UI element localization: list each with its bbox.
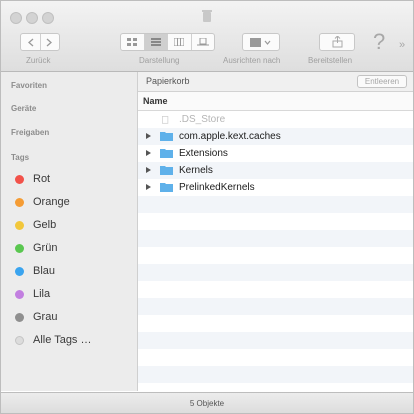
- red-tag-dot: [15, 174, 24, 184]
- tag-label: Blau: [33, 265, 56, 277]
- tag-label: Gelb: [33, 219, 57, 231]
- list-view-icon: [150, 38, 161, 46]
- empty-row: [138, 213, 413, 230]
- folder-icon: [160, 166, 173, 175]
- sidebar-header-shared[interactable]: Freigaben: [11, 128, 49, 137]
- share-button[interactable]: [319, 33, 355, 51]
- empty-row: [138, 298, 413, 315]
- purple-tag-dot: [15, 289, 24, 299]
- arrange-label: Ausrichten nach: [223, 56, 281, 65]
- sidebar-all-tags[interactable]: Alle Tags …: [15, 332, 92, 348]
- arrange-icon: [250, 37, 271, 47]
- tag-label: Grau: [33, 311, 58, 323]
- sidebar-header-tags[interactable]: Tags: [11, 153, 29, 162]
- share-label: Bereitstellen: [308, 56, 353, 65]
- list-item[interactable]: Extensions: [138, 145, 413, 162]
- file-name: .DS_Store: [179, 114, 226, 125]
- icon-view-button[interactable]: [121, 34, 145, 50]
- toolbar-overflow-icon[interactable]: »: [399, 39, 405, 51]
- list-item[interactable]: Kernels: [138, 162, 413, 179]
- back-forward-control: [20, 33, 60, 51]
- tag-label: Grün: [33, 242, 58, 254]
- list-view-button[interactable]: [144, 34, 168, 50]
- blue-tag-dot: [15, 266, 24, 276]
- orange-tag-dot: [15, 197, 24, 207]
- sidebar: Favoriten Geräte Freigaben Tags Rot Oran…: [1, 72, 138, 391]
- zoom-window-button[interactable]: [42, 12, 54, 24]
- folder-icon: [160, 149, 173, 158]
- forward-button[interactable]: [41, 34, 60, 50]
- chevron-left-icon: [27, 38, 34, 46]
- tag-label: Lila: [33, 288, 51, 300]
- folder-icon: [160, 183, 173, 192]
- tag-label: Rot: [33, 173, 51, 185]
- gray-tag-dot: [15, 312, 24, 322]
- green-tag-dot: [15, 243, 24, 253]
- document-icon: [162, 116, 169, 124]
- minimize-window-button[interactable]: [26, 12, 38, 24]
- view-label: Darstellung: [139, 56, 180, 65]
- sidebar-header-devices[interactable]: Geräte: [11, 104, 36, 113]
- empty-row: [138, 281, 413, 298]
- sidebar-tag-blue[interactable]: Blau: [15, 263, 55, 279]
- disclosure-triangle-icon[interactable]: [146, 133, 151, 139]
- file-name: Extensions: [179, 148, 228, 159]
- sidebar-tag-red[interactable]: Rot: [15, 171, 50, 187]
- empty-row: [138, 264, 413, 281]
- yellow-tag-dot: [15, 220, 24, 230]
- sidebar-tag-yellow[interactable]: Gelb: [15, 217, 56, 233]
- file-name: com.apple.kext.caches: [179, 131, 281, 142]
- view-mode-control: [120, 33, 215, 51]
- path-bar: Papierkorb Entleeren: [138, 72, 413, 92]
- empty-row: [138, 366, 413, 383]
- column-view-button[interactable]: [168, 34, 192, 50]
- help-icon[interactable]: ?: [373, 29, 385, 55]
- close-window-button[interactable]: [10, 12, 22, 24]
- folder-icon: [160, 132, 173, 141]
- chevron-right-icon: [46, 38, 53, 46]
- empty-row: [138, 196, 413, 213]
- toolbar: Zurück Darstellung Ausrichten nach Berei…: [1, 1, 413, 72]
- back-label: Zurück: [26, 56, 51, 65]
- empty-row: [138, 332, 413, 349]
- sidebar-tag-purple[interactable]: Lila: [15, 286, 50, 302]
- trash-title-icon: [202, 10, 212, 22]
- list-item[interactable]: PrelinkedKernels: [138, 179, 413, 196]
- item-count: 5 Objekte: [189, 399, 225, 408]
- disclosure-triangle-icon[interactable]: [146, 150, 151, 156]
- file-name: PrelinkedKernels: [179, 182, 255, 193]
- finder-window: Zurück Darstellung Ausrichten nach Berei…: [0, 0, 414, 414]
- icon-view-icon: [127, 38, 138, 46]
- disclosure-triangle-icon[interactable]: [146, 184, 151, 190]
- back-button[interactable]: [21, 34, 41, 50]
- column-header: Name: [138, 92, 413, 111]
- tag-label: Alle Tags …: [33, 334, 92, 346]
- name-column-header[interactable]: Name: [143, 96, 168, 106]
- file-name: Kernels: [179, 165, 213, 176]
- sidebar-tag-green[interactable]: Grün: [15, 240, 57, 256]
- list-item[interactable]: .DS_Store: [138, 111, 413, 128]
- file-list: .DS_Store com.apple.kext.caches Extensio…: [138, 111, 413, 391]
- empty-row: [138, 315, 413, 332]
- sidebar-tag-gray[interactable]: Grau: [15, 309, 57, 325]
- all-tags-dot: [15, 335, 24, 345]
- share-icon: [332, 36, 342, 48]
- cover-flow-button[interactable]: [192, 34, 215, 50]
- status-bar: 5 Objekte: [1, 392, 413, 413]
- sidebar-header-favorites[interactable]: Favoriten: [11, 81, 47, 90]
- empty-row: [138, 230, 413, 247]
- cover-flow-icon: [196, 38, 209, 46]
- empty-trash-button[interactable]: Entleeren: [357, 75, 407, 88]
- tag-label: Orange: [33, 196, 70, 208]
- sidebar-tag-orange[interactable]: Orange: [15, 194, 70, 210]
- column-view-icon: [174, 38, 185, 46]
- list-item[interactable]: com.apple.kext.caches: [138, 128, 413, 145]
- empty-row: [138, 247, 413, 264]
- disclosure-triangle-icon[interactable]: [146, 167, 151, 173]
- folder-title: Papierkorb: [146, 76, 190, 86]
- empty-row: [138, 349, 413, 366]
- arrange-dropdown[interactable]: [242, 33, 280, 51]
